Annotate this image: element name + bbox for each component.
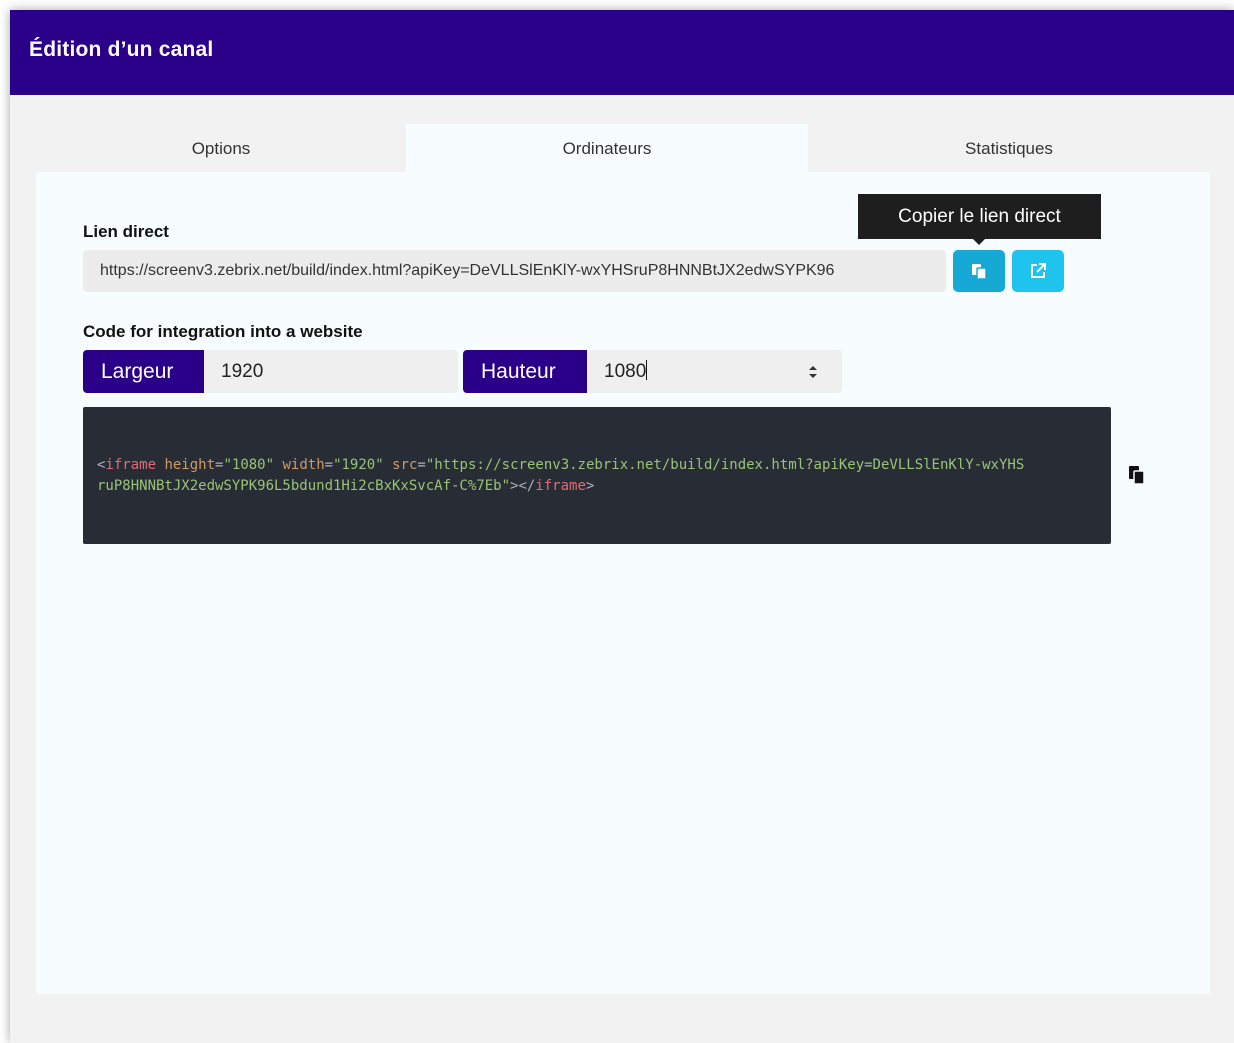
edit-channel-modal: Édition d’un canal Options Ordinateurs S… [10,10,1234,1043]
tab-bar: Options Ordinateurs Statistiques [36,124,1210,174]
number-spinner-icon[interactable] [806,362,820,382]
copy-icon[interactable] [1126,464,1148,486]
direct-link-input[interactable]: https://screenv3.zebrix.net/build/index.… [83,250,946,292]
copy-direct-link-button[interactable] [953,250,1005,292]
modal-title: Édition d’un canal [29,38,214,61]
code-line-1: <iframe height="1080" width="1920" src="… [97,457,1025,473]
tab-ordinateurs[interactable]: Ordinateurs [406,124,808,174]
external-link-icon [1031,263,1046,278]
tab-statistiques[interactable]: Statistiques [808,124,1210,174]
iframe-code-block[interactable]: <iframe height="1080" width="1920" src="… [83,407,1111,544]
text-caret [646,360,648,380]
code-line-2: ruP8HNNBtJX2edwSYPK96L5bdund1Hi2cBxKxSvc… [97,478,595,494]
width-addon: Largeur [83,350,204,393]
width-input[interactable]: 1920 [204,350,458,393]
integration-code-label: Code for integration into a website [83,322,363,341]
open-direct-link-button[interactable] [1012,250,1064,292]
copy-icon [972,264,987,280]
height-input[interactable]: 1080 [587,350,842,393]
copy-link-tooltip: Copier le lien direct [858,194,1101,239]
tooltip-arrow [973,239,985,245]
direct-link-label: Lien direct [83,222,169,241]
height-addon: Hauteur [463,350,587,393]
tab-options[interactable]: Options [36,124,406,174]
tab-panel-ordinateurs: Lien direct https://screenv3.zebrix.net/… [36,172,1210,994]
height-value: 1080 [604,361,647,382]
width-value: 1920 [221,361,264,382]
modal-header: Édition d’un canal [10,10,1234,95]
